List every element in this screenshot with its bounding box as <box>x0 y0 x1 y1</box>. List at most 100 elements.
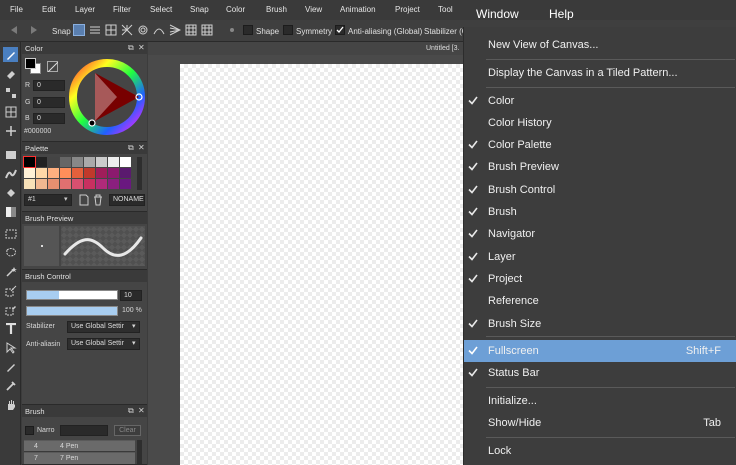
stabilizer-select-arrow-icon[interactable]: ▾ <box>132 322 136 330</box>
menu-snap[interactable]: Snap <box>190 5 209 14</box>
float-icon[interactable]: ⧉ <box>128 406 134 416</box>
snap-perspective-icon[interactable] <box>169 24 182 36</box>
foreground-color-swatch-front[interactable] <box>25 58 36 69</box>
menu-item-layer[interactable]: Layer <box>464 246 736 268</box>
dot-pen-tool-icon[interactable] <box>3 85 18 100</box>
brush-tool-icon[interactable] <box>3 47 18 62</box>
palette-select-arrow-icon[interactable]: ▾ <box>64 195 68 203</box>
menu-item-brush[interactable]: Brush <box>464 201 736 223</box>
antialias-checkbox[interactable] <box>335 25 345 35</box>
snap-parallel-icon[interactable] <box>89 24 101 36</box>
undo-icon[interactable] <box>8 24 20 36</box>
hand-tool-icon[interactable] <box>3 397 18 412</box>
menu-file[interactable]: File <box>10 5 23 14</box>
brush-list-scrollbar[interactable] <box>137 440 142 464</box>
menu-help[interactable]: Help <box>549 7 574 21</box>
symmetry-checkbox[interactable] <box>283 25 293 35</box>
palette-swatch[interactable] <box>36 157 47 167</box>
g-value-field[interactable]: 0 <box>33 97 65 108</box>
close-icon[interactable]: ✕ <box>138 43 145 52</box>
palette-swatch[interactable] <box>36 179 47 189</box>
r-value-field[interactable]: 0 <box>33 80 65 91</box>
menu-item-color-palette[interactable]: Color Palette <box>464 134 736 156</box>
text-tool-icon[interactable] <box>3 321 18 336</box>
menu-brush[interactable]: Brush <box>266 5 287 14</box>
palette-swatch[interactable] <box>60 168 71 178</box>
menu-item-brush-control[interactable]: Brush Control <box>464 179 736 201</box>
redo-icon[interactable] <box>28 24 40 36</box>
palette-swatch[interactable] <box>72 157 83 167</box>
eraser-tool-icon[interactable] <box>3 66 18 81</box>
transparent-color-icon[interactable] <box>47 61 59 73</box>
close-icon[interactable]: ✕ <box>138 406 145 415</box>
palette-swatch[interactable] <box>23 156 36 168</box>
select-rect-tool-icon[interactable] <box>3 226 18 241</box>
drawing-canvas[interactable] <box>180 64 464 465</box>
palette-swatch[interactable] <box>84 179 95 189</box>
menu-item-display-canvas-tiled[interactable]: Display the Canvas in a Tiled Pattern... <box>464 62 736 84</box>
shape-checkbox[interactable] <box>243 25 253 35</box>
menu-project[interactable]: Project <box>395 5 420 14</box>
palette-swatch[interactable] <box>36 168 47 178</box>
menu-layer[interactable]: Layer <box>75 5 95 14</box>
brush-list-item[interactable]: 7 7 Pen <box>24 453 135 464</box>
palette-swatch[interactable] <box>24 179 35 189</box>
snap-grid-icon[interactable] <box>105 24 117 36</box>
palette-swatch[interactable] <box>96 168 107 178</box>
operation-tool-icon[interactable] <box>3 340 18 355</box>
menu-item-show-hide[interactable]: Show/Hide Tab <box>464 412 736 434</box>
palette-swatch[interactable] <box>84 157 95 167</box>
palette-scrollbar[interactable] <box>137 157 142 190</box>
palette-swatch[interactable] <box>72 179 83 189</box>
select-pen-tool-icon[interactable] <box>3 283 18 298</box>
palette-swatch[interactable] <box>108 157 119 167</box>
brush-filter-input[interactable] <box>60 425 108 436</box>
antialias-select[interactable]: Use Global Settir <box>67 338 140 350</box>
menu-item-initialize[interactable]: Initialize... <box>464 390 736 412</box>
palette-swatch[interactable] <box>60 179 71 189</box>
close-icon[interactable]: ✕ <box>138 143 145 152</box>
snap-grid-settings-icon[interactable] <box>201 24 213 36</box>
document-tab-title[interactable]: Untitled [3. <box>426 45 459 52</box>
menu-edit[interactable]: Edit <box>42 5 56 14</box>
new-palette-icon[interactable] <box>79 194 89 208</box>
stabilizer-select[interactable]: Use Global Settir <box>67 321 140 333</box>
palette-swatch[interactable] <box>48 157 59 167</box>
snap-circle-icon[interactable] <box>137 24 149 36</box>
narrow-checkbox[interactable] <box>25 426 34 435</box>
grid-tool-icon[interactable] <box>3 104 18 119</box>
menu-animation[interactable]: Animation <box>340 5 376 14</box>
palette-swatch[interactable] <box>48 179 59 189</box>
antialias-select-arrow-icon[interactable]: ▾ <box>132 339 136 347</box>
brush-size-slider[interactable] <box>26 290 118 300</box>
palette-swatch[interactable] <box>84 168 95 178</box>
snap-3point-icon[interactable] <box>185 24 197 36</box>
fill-rect-tool-icon[interactable] <box>3 147 18 162</box>
float-icon[interactable]: ⧉ <box>128 143 134 153</box>
brush-size-value[interactable]: 10 <box>120 290 142 301</box>
palette-swatch[interactable] <box>120 179 131 189</box>
brush-list-item[interactable]: 4 4 Pen <box>24 441 135 452</box>
snap-curve-icon[interactable] <box>153 24 165 36</box>
menu-item-lock[interactable]: Lock <box>464 440 736 462</box>
palette-swatch[interactable] <box>96 179 107 189</box>
palette-swatch[interactable] <box>120 168 131 178</box>
snap-dot-icon[interactable] <box>226 24 238 36</box>
brush-clear-button[interactable]: Clear <box>114 425 141 436</box>
menu-item-reference[interactable]: Reference <box>464 290 736 312</box>
palette-swatch[interactable] <box>120 157 131 167</box>
menu-item-fullscreen[interactable]: Fullscreen Shift+F <box>464 340 736 362</box>
menu-item-brush-size[interactable]: Brush Size <box>464 313 736 335</box>
b-value-field[interactable]: 0 <box>33 113 65 124</box>
menu-item-color[interactable]: Color <box>464 90 736 112</box>
hex-value[interactable]: #000000 <box>24 128 51 135</box>
palette-swatch[interactable] <box>24 168 35 178</box>
select-eraser-tool-icon[interactable] <box>3 302 18 317</box>
move-tool-icon[interactable] <box>3 123 18 138</box>
menu-item-brush-preview[interactable]: Brush Preview <box>464 156 736 178</box>
menu-color[interactable]: Color <box>226 5 245 14</box>
gradient-fill-tool-icon[interactable] <box>3 204 18 219</box>
menu-select[interactable]: Select <box>150 5 172 14</box>
snap-radial-icon[interactable] <box>121 24 133 36</box>
menu-view[interactable]: View <box>305 5 322 14</box>
